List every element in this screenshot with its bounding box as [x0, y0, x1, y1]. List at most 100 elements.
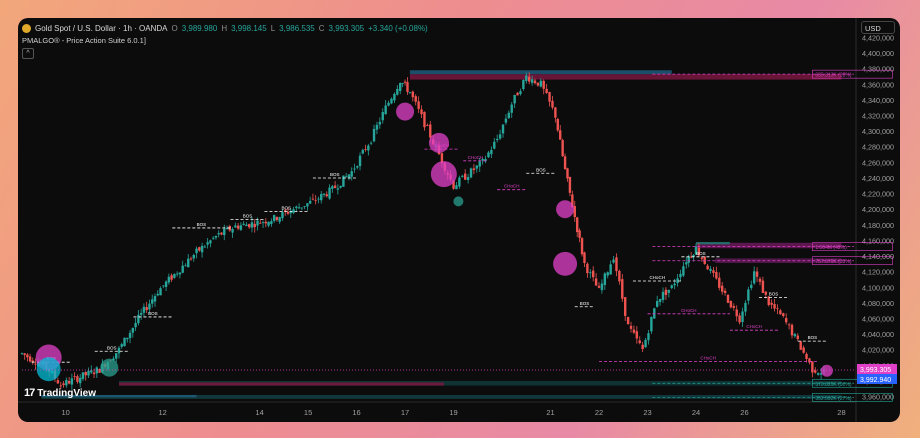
candle [623, 297, 627, 316]
candle [396, 88, 399, 95]
liquidity-bubble [453, 196, 464, 207]
candle [162, 285, 165, 287]
candle [536, 82, 540, 86]
candle [275, 217, 279, 221]
level-label: 570.825K (50%) [815, 382, 851, 388]
candle [626, 317, 630, 325]
candle [248, 224, 251, 228]
high-label: H [221, 23, 228, 33]
y-tick-label: 3,960,000 [862, 393, 894, 402]
candle [594, 278, 598, 286]
y-tick-label: 4,400,000 [862, 49, 894, 58]
candle [664, 289, 668, 296]
candle [735, 309, 738, 317]
price-chart[interactable]: 4,420,0004,400,0004,380,0004,360,0004,34… [18, 18, 900, 422]
symbol-title[interactable]: Gold Spot / U.S. Dollar · 1h · OANDA [35, 24, 168, 33]
candle [527, 76, 531, 82]
open-label: O [171, 23, 178, 33]
candle [615, 257, 618, 272]
liquidity-bubble [429, 132, 449, 153]
order-block-zone [409, 70, 672, 75]
candle [673, 283, 676, 286]
candle [297, 207, 301, 209]
liquidity-bubble [36, 357, 61, 382]
candle [384, 105, 387, 115]
candle [261, 222, 265, 224]
candle [211, 237, 215, 239]
candle [358, 155, 362, 167]
candle [808, 358, 811, 363]
structure-label: BOS [808, 335, 818, 340]
candle [650, 316, 653, 332]
currency-button[interactable]: USD [861, 21, 895, 34]
candle [551, 100, 554, 108]
x-tick-label: 15 [304, 408, 312, 417]
indicator-title[interactable]: PMALGO® - Price Action Suite 6.0.1] [22, 36, 146, 45]
candle [638, 340, 641, 344]
candle [198, 247, 201, 251]
candle [738, 315, 741, 323]
x-tick-label: 16 [352, 408, 360, 417]
candle [796, 335, 800, 340]
candle [170, 275, 173, 280]
candle [487, 152, 490, 158]
candle [658, 298, 662, 302]
candle [381, 112, 384, 121]
candle [575, 217, 579, 233]
candle [250, 222, 254, 228]
candle [589, 272, 592, 274]
candle [406, 82, 409, 92]
open-value: 3,989.980 [181, 23, 218, 33]
candle [256, 220, 259, 226]
candle [242, 223, 245, 225]
candle [606, 272, 609, 276]
y-tick-label: 4,260,000 [862, 158, 894, 167]
structure-label: CHoCH [681, 308, 697, 313]
structure-label: BOS [769, 291, 779, 296]
candle [805, 353, 808, 359]
liquidity-bubble [556, 200, 575, 219]
candle [317, 198, 320, 200]
candle [344, 176, 348, 178]
candle [554, 107, 557, 118]
candle [566, 168, 569, 179]
y-tick-label: 4,160,000 [862, 236, 894, 245]
candle [206, 242, 209, 245]
y-tick-label: 4,320,000 [862, 112, 894, 121]
candle [401, 83, 404, 85]
candle [687, 256, 690, 263]
tradingview-logo: 17 TradingView [24, 387, 96, 399]
gold-coin-icon [22, 23, 31, 33]
structure-label: CHoCH [504, 184, 520, 189]
candle [253, 223, 256, 228]
candle [153, 296, 157, 302]
candle [597, 285, 601, 288]
candle [331, 186, 334, 189]
x-tick-label: 23 [643, 408, 651, 417]
candle [609, 264, 612, 275]
candle [545, 88, 548, 94]
order-block-zone [118, 382, 444, 386]
candle [591, 270, 595, 278]
structure-label: BOS [282, 206, 292, 211]
chevron-up-icon[interactable]: ^ [22, 48, 34, 59]
structure-label: BOS [197, 222, 207, 227]
candle [542, 80, 545, 89]
y-tick-label: 4,280,000 [862, 143, 894, 152]
candle [286, 212, 290, 214]
candle [375, 124, 379, 130]
candle [311, 198, 315, 200]
candle [644, 339, 647, 348]
change-value: +3.340 (+0.08%) [368, 23, 428, 33]
candle [367, 145, 370, 151]
candle [292, 209, 295, 213]
candle [300, 207, 304, 209]
x-tick-label: 12 [158, 408, 166, 417]
structure-label: CHoCH [649, 275, 665, 280]
candle [600, 283, 604, 291]
candle [423, 111, 426, 128]
y-tick-label: 4,360,000 [862, 80, 894, 89]
candle [322, 193, 326, 195]
candle [568, 176, 572, 193]
x-tick-label: 21 [546, 408, 554, 417]
